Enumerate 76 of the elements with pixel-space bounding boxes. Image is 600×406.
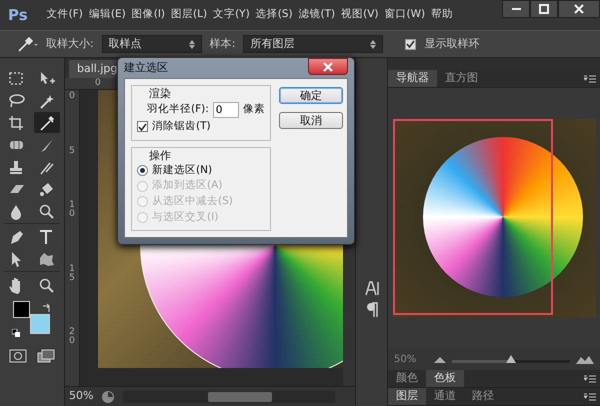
menu-item[interactable]: 窗口(W) [382, 7, 428, 23]
field-label: 样本: [210, 36, 236, 52]
menu-item[interactable]: 选择(S) [252, 7, 296, 23]
menu-item[interactable]: 图层(L) [168, 7, 210, 23]
panel-tab[interactable]: 图层 [388, 388, 426, 405]
group-title: 操作 [148, 150, 172, 162]
sample-dropdown[interactable]: 所有图层 [243, 35, 384, 53]
maximize-button[interactable] [530, 0, 558, 18]
character-panel-icon[interactable] [364, 280, 378, 296]
check-icon [138, 122, 147, 131]
background-color-swatch[interactable] [30, 314, 50, 334]
zoom-level: 50% [69, 388, 94, 404]
panel-tab[interactable]: 导航器 [388, 70, 437, 87]
radio-label: 与选区交叉(I) [152, 210, 218, 224]
panel-menu-icon[interactable] [584, 392, 596, 400]
feather-radius-input[interactable]: 0 [212, 102, 239, 118]
app-logo: Ps [8, 4, 28, 26]
panel-tab[interactable]: 直方图 [437, 70, 486, 87]
ruler-label: 20 [68, 328, 76, 346]
panel-tab[interactable]: 色板 [426, 370, 464, 387]
panel-tab[interactable]: 通道 [426, 388, 464, 405]
view-box[interactable] [392, 119, 552, 315]
zoom-out-icon[interactable] [434, 355, 446, 363]
checkbox-label: 消除锯齿(T) [152, 120, 211, 134]
lasso-icon[interactable] [7, 92, 27, 110]
group-title: 渲染 [148, 88, 172, 100]
panel-menu-icon[interactable] [584, 74, 596, 82]
scrollbar[interactable] [123, 390, 335, 402]
menu-item[interactable]: 滤镜(T) [296, 7, 338, 23]
unit-label: 像素 [242, 103, 265, 117]
ruler-label: 15 [68, 264, 76, 282]
zoom-in-icon[interactable] [576, 354, 594, 364]
ok-button[interactable]: 确定 [278, 87, 343, 104]
foreground-color-swatch[interactable] [13, 301, 30, 318]
ruler-label: 0 [68, 92, 76, 101]
ruler-label: 0 [95, 76, 101, 90]
sample-size-dropdown[interactable]: 取样点 [102, 35, 202, 53]
maximize-icon [539, 4, 549, 14]
menu-item[interactable]: 文字(Y) [210, 7, 253, 23]
panel-tab[interactable]: 路径 [464, 388, 502, 405]
menu-item[interactable]: 图像(I) [128, 7, 168, 23]
radio-label: 从选区中减去(S) [152, 195, 233, 209]
dialog-title: 建立选区 [124, 60, 168, 76]
checkbox[interactable] [405, 38, 416, 50]
ruler-label: 10 [68, 201, 76, 219]
menu-item[interactable]: 编辑(E) [86, 7, 129, 23]
checkbox[interactable] [137, 121, 148, 132]
ruler-label: 5 [68, 146, 76, 156]
menu-item[interactable]: 文件(F) [44, 7, 86, 23]
minimize-icon [512, 8, 520, 10]
field-label: 羽化半径(F): [147, 103, 209, 117]
panel-menu-icon[interactable] [584, 374, 596, 382]
panel-tab[interactable]: 颜色 [388, 370, 426, 387]
menu-item[interactable]: 帮助 [428, 7, 456, 23]
default-colors-icon[interactable] [12, 329, 21, 338]
close-button[interactable] [558, 0, 600, 18]
paragraph-icon[interactable] [366, 302, 378, 318]
check-icon [406, 40, 416, 48]
zoom-level: 50% [394, 352, 418, 366]
quick-mask-icon[interactable] [9, 349, 27, 363]
menu-item[interactable]: 视图(V) [338, 7, 382, 23]
updown-icon [370, 40, 376, 48]
radio-label: 添加到选区(A) [152, 179, 222, 194]
minimize-button[interactable] [502, 0, 530, 18]
radio-label: 新建选区(N) [152, 164, 212, 178]
swap-icon[interactable] [42, 303, 52, 313]
cancel-button[interactable]: 取消 [278, 112, 343, 129]
close-button[interactable] [308, 58, 348, 75]
status-menu-icon[interactable] [101, 390, 116, 404]
close-icon [574, 4, 584, 14]
updown-icon [188, 40, 195, 48]
field-label: 取样大小: [46, 36, 94, 52]
close-icon [323, 62, 333, 72]
radio-button[interactable] [137, 165, 148, 176]
checkbox-label: 显示取样环 [424, 36, 480, 52]
screen-mode-icon[interactable] [37, 349, 55, 363]
